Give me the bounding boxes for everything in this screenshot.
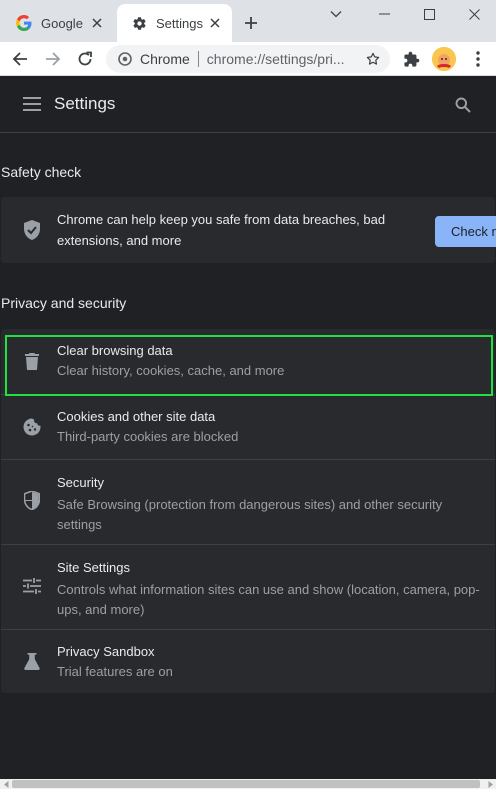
gear-icon bbox=[131, 15, 147, 31]
chrome-icon bbox=[117, 51, 133, 67]
plus-icon bbox=[245, 17, 257, 29]
forward-button[interactable] bbox=[39, 45, 67, 73]
site-settings-row[interactable]: Site Settings Controls what information … bbox=[1, 545, 495, 629]
privacy-sandbox-row[interactable]: Privacy Sandbox Trial features are on bbox=[1, 630, 495, 693]
url-text[interactable]: chrome://settings/pri... bbox=[207, 51, 362, 67]
site-name: Chrome bbox=[140, 51, 190, 67]
arrow-left-icon bbox=[12, 52, 27, 66]
security-row[interactable]: Security Safe Browsing (protection from … bbox=[1, 460, 495, 544]
row-title: Clear browsing data bbox=[57, 343, 173, 358]
row-title: Cookies and other site data bbox=[57, 409, 216, 424]
sliders-icon bbox=[21, 575, 43, 597]
extensions-button[interactable] bbox=[399, 47, 423, 71]
scroll-left-arrow-icon[interactable] bbox=[1, 780, 11, 788]
close-icon[interactable] bbox=[206, 14, 224, 32]
row-subtitle: Clear history, cookies, cache, and more bbox=[57, 363, 285, 378]
section-title-safety-check: Safety check bbox=[1, 164, 82, 180]
row-subtitle: Safe Browsing (protection from dangerous… bbox=[57, 497, 443, 532]
window-close-button[interactable] bbox=[452, 0, 496, 28]
hamburger-menu-icon[interactable] bbox=[21, 93, 43, 115]
shield-icon bbox=[21, 489, 43, 511]
new-tab-button[interactable] bbox=[239, 11, 263, 35]
arrow-right-icon bbox=[46, 52, 61, 66]
page-title: Settings bbox=[54, 94, 116, 113]
address-bar[interactable]: Chrome chrome://settings/pri... bbox=[106, 45, 390, 73]
back-button[interactable] bbox=[6, 45, 34, 73]
cookie-icon bbox=[21, 416, 43, 438]
tab-google[interactable]: Google bbox=[2, 4, 114, 42]
shield-check-icon bbox=[21, 219, 43, 241]
maximize-icon bbox=[423, 8, 435, 20]
tab-title: Google bbox=[41, 15, 83, 31]
chevron-down-icon bbox=[330, 11, 342, 18]
safety-check-card: Chrome can help keep you safe from data … bbox=[1, 197, 496, 263]
horizontal-scrollbar[interactable] bbox=[0, 779, 496, 789]
maximize-button[interactable] bbox=[407, 0, 451, 28]
row-subtitle: Trial features are on bbox=[57, 664, 173, 679]
privacy-card: Clear browsing data Clear history, cooki… bbox=[1, 329, 495, 693]
row-subtitle: Third-party cookies are blocked bbox=[57, 429, 239, 444]
trash-icon bbox=[21, 350, 43, 372]
reload-icon bbox=[78, 51, 92, 66]
search-icon[interactable] bbox=[451, 93, 475, 117]
safety-check-description: Chrome can help keep you safe from data … bbox=[57, 212, 386, 248]
avatar-icon bbox=[432, 47, 456, 71]
google-icon bbox=[16, 15, 32, 31]
tab-search-button[interactable] bbox=[314, 0, 358, 28]
row-title: Security bbox=[57, 475, 104, 490]
row-subtitle: Controls what information sites can use … bbox=[57, 582, 480, 617]
title-bar: Google Settings bbox=[0, 0, 496, 42]
settings-header: Settings bbox=[0, 77, 496, 133]
close-icon bbox=[468, 8, 480, 20]
row-title: Privacy Sandbox bbox=[57, 644, 155, 659]
settings-content: Safety check Chrome can help keep you sa… bbox=[0, 134, 496, 779]
row-title: Site Settings bbox=[57, 560, 130, 575]
tab-settings[interactable]: Settings bbox=[117, 4, 232, 42]
puzzle-icon bbox=[403, 51, 419, 67]
clear-browsing-data-row[interactable]: Clear browsing data Clear history, cooki… bbox=[1, 329, 495, 394]
omnibox-separator bbox=[197, 51, 199, 67]
scrollbar-thumb[interactable] bbox=[12, 780, 480, 788]
more-vertical-icon bbox=[476, 51, 480, 67]
profile-avatar[interactable] bbox=[432, 47, 456, 71]
section-title-privacy: Privacy and security bbox=[1, 295, 127, 311]
reload-button[interactable] bbox=[71, 45, 99, 73]
cookies-row[interactable]: Cookies and other site data Third-party … bbox=[1, 395, 495, 459]
flask-icon bbox=[21, 650, 43, 672]
toolbar: Chrome chrome://settings/pri... bbox=[0, 42, 496, 76]
safety-check-row: Chrome can help keep you safe from data … bbox=[1, 197, 496, 263]
minimize-icon bbox=[378, 13, 390, 15]
bookmark-star-icon[interactable] bbox=[362, 48, 384, 70]
check-now-button[interactable]: Check n bbox=[435, 216, 496, 247]
tab-title: Settings bbox=[156, 15, 203, 31]
chrome-menu-button[interactable] bbox=[466, 47, 490, 71]
close-icon[interactable] bbox=[88, 14, 106, 32]
scroll-right-arrow-icon[interactable] bbox=[485, 780, 495, 788]
minimize-button[interactable] bbox=[362, 0, 406, 28]
